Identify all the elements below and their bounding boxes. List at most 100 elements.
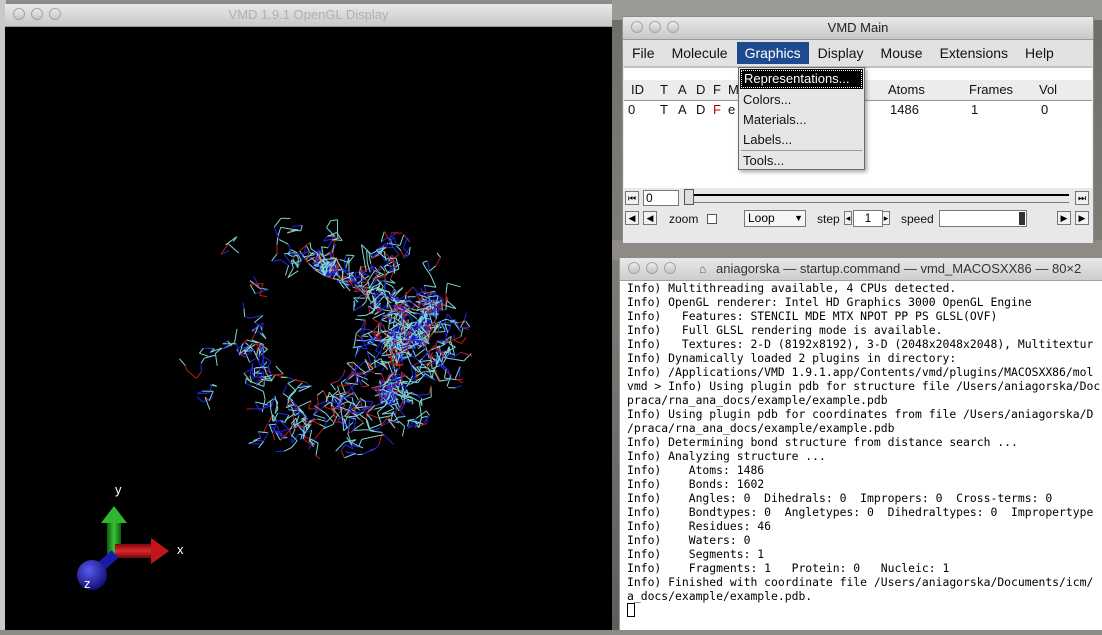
- terminal-line: Info) Using plugin pdb for coordinates f…: [627, 407, 1102, 421]
- chevron-down-icon: ▼: [794, 211, 803, 226]
- menu-item-colors[interactable]: Colors...: [739, 90, 864, 110]
- play-forward-icon[interactable]: ▶: [1075, 211, 1089, 225]
- speed-slider-handle[interactable]: [1019, 212, 1025, 225]
- row-molecule-name[interactable]: e: [728, 102, 735, 117]
- terminal-line: Info) Angles: 0 Dihedrals: 0 Impropers: …: [627, 491, 1102, 505]
- terminal-line: vmd > Info) Using plugin pdb for structu…: [627, 379, 1102, 393]
- terminal-line: Info) Waters: 0: [627, 533, 1102, 547]
- terminal-line: Info) Residues: 46: [627, 519, 1102, 533]
- col-t[interactable]: T: [660, 82, 668, 97]
- zoom-checkbox[interactable]: [707, 214, 717, 224]
- opengl-window-title: VMD 1.9.1 OpenGL Display: [5, 7, 612, 22]
- terminal-line: Info) Dynamically loaded 2 plugins in di…: [627, 351, 1102, 365]
- row-fixed-flag[interactable]: F: [713, 102, 721, 117]
- terminal-line: Info) Finished with coordinate file /Use…: [627, 575, 1102, 589]
- menu-item-representations[interactable]: Representations...: [740, 69, 863, 89]
- terminal-line: Info) Fragments: 1 Protein: 0 Nucleic: 1: [627, 561, 1102, 575]
- frame-input[interactable]: 0: [643, 190, 679, 206]
- close-button[interactable]: [628, 262, 640, 274]
- go-to-start-icon[interactable]: ⏮: [625, 191, 639, 205]
- axis-x-shaft: [115, 544, 153, 558]
- minimize-button[interactable]: [646, 262, 658, 274]
- loop-select-value: Loop: [748, 211, 775, 225]
- frame-slider-handle[interactable]: [684, 189, 694, 205]
- terminal-line: Info) Analyzing structure ...: [627, 449, 1102, 463]
- opengl-display-window[interactable]: VMD 1.9.1 OpenGL Display y x z: [5, 4, 612, 630]
- main-menubar: File Molecule Graphics Display Mouse Ext…: [623, 40, 1093, 67]
- menu-extensions[interactable]: Extensions: [932, 42, 1016, 64]
- home-folder-icon: ⌂: [699, 262, 706, 276]
- window-controls: [628, 262, 676, 274]
- terminal-line: a_docs/example/example.pdb.: [627, 589, 1102, 603]
- terminal-line: Info) OpenGL renderer: Intel HD Graphics…: [627, 295, 1102, 309]
- terminal-line: Info) /Applications/VMD 1.9.1.app/Conten…: [627, 365, 1102, 379]
- terminal-output[interactable]: Info) Multithreading available, 4 CPUs d…: [627, 281, 1102, 618]
- terminal-window[interactable]: ⌂ aniagorska — startup.command — vmd_MAC…: [619, 258, 1102, 630]
- terminal-line: Info) Bondtypes: 0 Angletypes: 0 Dihedra…: [627, 505, 1102, 519]
- col-vol[interactable]: Vol: [1039, 82, 1057, 97]
- axis-z-label: z: [84, 576, 91, 591]
- terminal-cursor[interactable]: [627, 603, 1102, 618]
- step-input[interactable]: 1: [853, 210, 883, 227]
- menu-item-materials[interactable]: Materials...: [739, 110, 864, 130]
- terminal-titlebar[interactable]: ⌂ aniagorska — startup.command — vmd_MAC…: [620, 258, 1102, 281]
- speed-label: speed: [901, 212, 934, 226]
- zoom-label: zoom: [669, 212, 698, 226]
- axis-y-label: y: [115, 482, 122, 497]
- opengl-titlebar[interactable]: VMD 1.9.1 OpenGL Display: [5, 4, 612, 27]
- col-d[interactable]: D: [696, 82, 705, 97]
- col-frames[interactable]: Frames: [969, 82, 1013, 97]
- terminal-line: Info) Determining bond structure from di…: [627, 435, 1102, 449]
- terminal-line: praca/rna_ana_docs/example/example.pdb: [627, 393, 1102, 407]
- terminal-line: Info) Textures: 2-D (8192x8192), 3-D (20…: [627, 337, 1102, 351]
- terminal-line: Info) Segments: 1: [627, 547, 1102, 561]
- terminal-line: /praca/rna_ana_docs/example/example.pdb: [627, 421, 1102, 435]
- row-frames: 1: [971, 102, 978, 117]
- step-label: step: [817, 212, 840, 226]
- step-back-icon[interactable]: ◀: [643, 211, 657, 225]
- go-to-end-icon[interactable]: ⏭: [1075, 191, 1089, 205]
- step-increase-icon[interactable]: ▸: [882, 211, 890, 225]
- terminal-line: Info) Atoms: 1486: [627, 463, 1102, 477]
- menu-mouse[interactable]: Mouse: [873, 42, 931, 64]
- axes-indicator: [5, 26, 612, 630]
- row-top-flag[interactable]: T: [660, 102, 668, 117]
- terminal-line: Info) Features: STENCIL MDE MTX NPOT PP …: [627, 309, 1102, 323]
- play-reverse-icon[interactable]: ◀: [625, 211, 639, 225]
- menu-display[interactable]: Display: [810, 42, 872, 64]
- menu-graphics[interactable]: Graphics: [737, 42, 809, 64]
- step-forward-icon[interactable]: ▶: [1057, 211, 1071, 225]
- axis-x-head: [151, 538, 169, 564]
- col-a[interactable]: A: [678, 82, 687, 97]
- molecule-viewport[interactable]: y x z: [5, 26, 612, 630]
- menu-item-tools[interactable]: Tools...: [739, 151, 864, 171]
- col-f[interactable]: F: [713, 82, 721, 97]
- loop-select[interactable]: Loop ▼: [744, 210, 806, 227]
- col-atoms[interactable]: Atoms: [888, 82, 925, 97]
- graphics-dropdown-menu: Representations... Colors... Materials..…: [738, 67, 865, 170]
- axis-z-head: [77, 560, 107, 590]
- terminal-line: Info) Bonds: 1602: [627, 477, 1102, 491]
- speed-slider[interactable]: [939, 210, 1027, 227]
- col-id[interactable]: ID: [631, 82, 644, 97]
- frame-slider-track[interactable]: [689, 194, 1069, 203]
- axis-x-label: x: [177, 542, 184, 557]
- row-drawn-flag[interactable]: D: [696, 102, 705, 117]
- terminal-title: aniagorska — startup.command — vmd_MACOS…: [716, 261, 1081, 276]
- row-id: 0: [628, 102, 635, 117]
- vmd-main-title: VMD Main: [623, 20, 1093, 35]
- row-atoms: 1486: [890, 102, 919, 117]
- menu-item-labels[interactable]: Labels...: [739, 130, 864, 150]
- zoom-button[interactable]: [664, 262, 676, 274]
- terminal-line: Info) Full GLSL rendering mode is availa…: [627, 323, 1102, 337]
- menu-help[interactable]: Help: [1017, 42, 1062, 64]
- vmd-main-titlebar[interactable]: VMD Main: [623, 17, 1093, 40]
- axis-y-head: [101, 506, 127, 523]
- menu-file[interactable]: File: [624, 42, 663, 64]
- terminal-line: Info) Multithreading available, 4 CPUs d…: [627, 281, 1102, 295]
- animation-controls: ⏮ 0 ⏭ ◀ ◀ zoom Loop▼ step ◂ 1 ▸ speed ▶ …: [623, 188, 1093, 243]
- row-active-flag[interactable]: A: [678, 102, 687, 117]
- step-decrease-icon[interactable]: ◂: [844, 211, 852, 225]
- menu-molecule[interactable]: Molecule: [664, 42, 736, 64]
- row-vol: 0: [1041, 102, 1048, 117]
